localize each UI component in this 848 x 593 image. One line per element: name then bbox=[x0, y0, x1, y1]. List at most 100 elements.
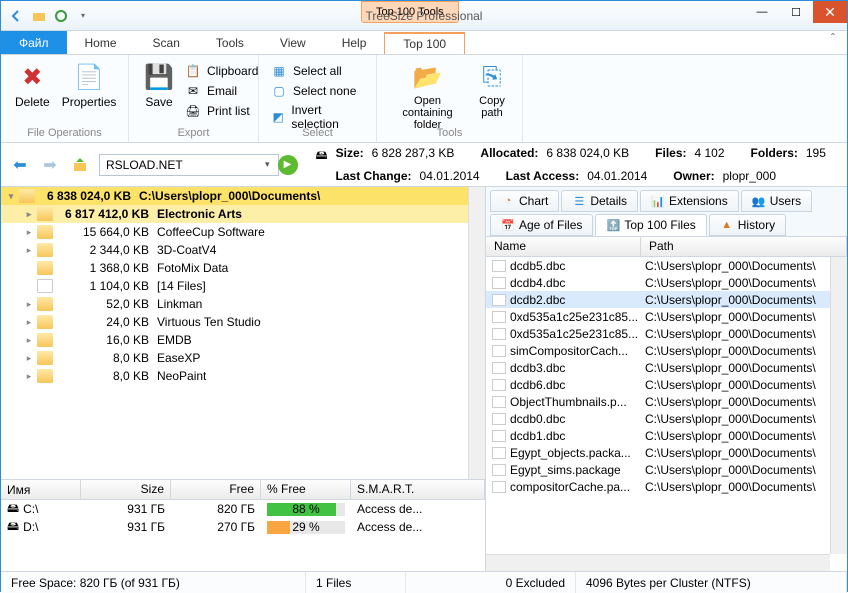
file-row[interactable]: compositorCache.pa...C:\Users\plopr_000\… bbox=[486, 478, 830, 495]
tab-scan[interactable]: Scan bbox=[135, 31, 198, 54]
tree-row[interactable]: 1 104,0 KB[14 Files] bbox=[1, 277, 468, 295]
email-button[interactable]: ✉Email bbox=[181, 81, 262, 101]
status-files: 1 Files bbox=[306, 572, 406, 593]
group-select-label: Select bbox=[259, 125, 376, 141]
title-bar: ▾ Top 100 Tools TreeSize Professional — … bbox=[1, 1, 847, 31]
tree-row[interactable]: ▸24,0 KBVirtuous Ten Studio bbox=[1, 313, 468, 331]
tab-chart[interactable]: ◔Chart bbox=[490, 190, 559, 212]
file-row[interactable]: dcdb4.dbcC:\Users\plopr_000\Documents\ bbox=[486, 274, 830, 291]
fl-hdr-path[interactable]: Path bbox=[641, 237, 847, 256]
qat-refresh-icon[interactable] bbox=[53, 8, 69, 24]
tab-extensions[interactable]: 📊Extensions bbox=[640, 190, 739, 212]
qat-back-icon[interactable] bbox=[9, 8, 25, 24]
expand-icon[interactable]: ▸ bbox=[23, 245, 35, 256]
nav-up-icon[interactable] bbox=[69, 154, 91, 176]
expand-icon[interactable]: ▸ bbox=[23, 227, 35, 238]
file-row[interactable]: dcdb0.dbcC:\Users\plopr_000\Documents\ bbox=[486, 410, 830, 427]
selectall-button[interactable]: ▦Select all bbox=[267, 61, 368, 81]
drv-hdr-size[interactable]: Size bbox=[81, 480, 171, 499]
tab-top100files[interactable]: 🔝Top 100 Files bbox=[595, 214, 706, 236]
ribbon-collapse-icon[interactable]: ˆ bbox=[819, 31, 847, 54]
tab-history[interactable]: ▲History bbox=[709, 214, 786, 236]
file-row[interactable]: dcdb3.dbcC:\Users\plopr_000\Documents\ bbox=[486, 359, 830, 376]
tree-row[interactable]: ▸2 344,0 KB3D-CoatV4 bbox=[1, 241, 468, 259]
expand-icon[interactable]: ▸ bbox=[23, 371, 35, 382]
tree-row[interactable]: ▸8,0 KBNeoPaint bbox=[1, 367, 468, 385]
expand-icon[interactable]: ▸ bbox=[23, 299, 35, 310]
folder-icon bbox=[37, 351, 53, 365]
tree-row[interactable]: ▸15 664,0 KBCoffeeCup Software bbox=[1, 223, 468, 241]
file-row[interactable]: Egypt_sims.packageC:\Users\plopr_000\Doc… bbox=[486, 461, 830, 478]
drv-hdr-pfree[interactable]: % Free bbox=[261, 480, 351, 499]
file-list[interactable]: Name Path dcdb5.dbcC:\Users\plopr_000\Do… bbox=[486, 236, 847, 571]
expand-icon[interactable]: ▸ bbox=[23, 317, 35, 328]
tree-row[interactable]: ▸52,0 KBLinkman bbox=[1, 295, 468, 313]
file-icon bbox=[37, 279, 53, 293]
file-icon bbox=[492, 328, 506, 340]
file-row[interactable]: ObjectThumbnails.p...C:\Users\plopr_000\… bbox=[486, 393, 830, 410]
drv-hdr-name[interactable]: Имя bbox=[1, 480, 81, 499]
selectnone-button[interactable]: ▢Select none bbox=[267, 81, 368, 101]
file-row[interactable]: dcdb5.dbcC:\Users\plopr_000\Documents\ bbox=[486, 257, 830, 274]
expand-icon[interactable]: ▸ bbox=[23, 353, 35, 364]
drv-hdr-free[interactable]: Free bbox=[171, 480, 261, 499]
tab-tools[interactable]: Tools bbox=[198, 31, 262, 54]
qat-folder-icon[interactable] bbox=[31, 8, 47, 24]
tree-row[interactable]: ▾6 838 024,0 KBC:\Users\plopr_000\Docume… bbox=[1, 187, 468, 205]
tree-row[interactable]: ▸6 817 412,0 KBElectronic Arts bbox=[1, 205, 468, 223]
address-dropdown-icon[interactable]: ▾ bbox=[265, 159, 270, 170]
clipboard-button[interactable]: 📋Clipboard bbox=[181, 61, 262, 81]
tab-details[interactable]: ☰Details bbox=[561, 190, 638, 212]
save-icon: 💾 bbox=[143, 61, 175, 93]
minimize-button[interactable]: — bbox=[745, 1, 779, 23]
status-freespace: Free Space: 820 ГБ (of 931 ГБ) bbox=[1, 572, 306, 593]
file-row[interactable]: dcdb1.dbcC:\Users\plopr_000\Documents\ bbox=[486, 427, 830, 444]
delete-button[interactable]: ✖Delete bbox=[9, 59, 56, 111]
drive-row[interactable]: 🖴D:\931 ГБ270 ГБ29 %Access de... bbox=[1, 518, 485, 536]
file-row[interactable]: dcdb2.dbcC:\Users\plopr_000\Documents\ bbox=[486, 291, 830, 308]
drv-hdr-smart[interactable]: S.M.A.R.T. bbox=[351, 480, 485, 499]
expand-icon[interactable]: ▸ bbox=[23, 209, 35, 220]
tab-age[interactable]: 📅Age of Files bbox=[490, 214, 593, 236]
folder-tree[interactable]: ▾6 838 024,0 KBC:\Users\plopr_000\Docume… bbox=[1, 187, 485, 479]
file-row[interactable]: Egypt_objects.packa...C:\Users\plopr_000… bbox=[486, 444, 830, 461]
file-row[interactable]: simCompositorCach...C:\Users\plopr_000\D… bbox=[486, 342, 830, 359]
properties-button[interactable]: 📄Properties bbox=[56, 59, 123, 111]
file-row[interactable]: 0xd535a1c25e231c85...C:\Users\plopr_000\… bbox=[486, 325, 830, 342]
file-row[interactable]: 0xd535a1c25e231c85...C:\Users\plopr_000\… bbox=[486, 308, 830, 325]
copypath-button[interactable]: ⎘Copy path bbox=[470, 59, 514, 133]
tree-scrollbar[interactable] bbox=[468, 187, 485, 479]
qat-dropdown-icon[interactable]: ▾ bbox=[75, 8, 91, 24]
tab-home[interactable]: Home bbox=[67, 31, 135, 54]
nav-forward-icon[interactable]: ➡ bbox=[39, 154, 61, 176]
drive-row[interactable]: 🖴C:\931 ГБ820 ГБ88 %Access de... bbox=[1, 500, 485, 518]
tree-row[interactable]: 1 368,0 KBFotoMix Data bbox=[1, 259, 468, 277]
tab-top100[interactable]: Top 100 bbox=[384, 32, 465, 54]
status-cluster: 4096 Bytes per Cluster (NTFS) bbox=[576, 572, 847, 593]
openfolder-button[interactable]: 📂Open containing folder bbox=[385, 59, 470, 133]
nav-back-icon[interactable]: ⬅ bbox=[9, 154, 31, 176]
maximize-button[interactable]: ☐ bbox=[779, 1, 813, 23]
tree-row[interactable]: ▸8,0 KBEaseXP bbox=[1, 349, 468, 367]
file-icon bbox=[492, 277, 506, 289]
address-input[interactable] bbox=[99, 154, 279, 176]
file-row[interactable]: dcdb6.dbcC:\Users\plopr_000\Documents\ bbox=[486, 376, 830, 393]
status-excluded: 0 Excluded bbox=[406, 572, 576, 593]
fl-hdr-name[interactable]: Name bbox=[486, 237, 641, 256]
tab-file[interactable]: Файл bbox=[1, 31, 67, 54]
save-button[interactable]: 💾Save bbox=[137, 59, 181, 121]
tab-help[interactable]: Help bbox=[324, 31, 385, 54]
printlist-button[interactable]: 🖨Print list bbox=[181, 101, 262, 121]
expand-icon[interactable]: ▸ bbox=[23, 335, 35, 346]
filelist-hscrollbar[interactable] bbox=[486, 554, 830, 571]
expand-icon[interactable]: ▾ bbox=[5, 191, 17, 202]
close-button[interactable]: ✕ bbox=[813, 1, 847, 23]
tree-row[interactable]: ▸16,0 KBEMDB bbox=[1, 331, 468, 349]
panel-tabs: ◔Chart ☰Details 📊Extensions 👥Users 📅Age … bbox=[486, 187, 847, 236]
group-fileops-label: File Operations bbox=[1, 125, 128, 141]
go-button[interactable]: ▶ bbox=[278, 155, 298, 175]
tab-users[interactable]: 👥Users bbox=[741, 190, 812, 212]
filelist-vscrollbar[interactable] bbox=[830, 257, 847, 554]
drives-panel: Имя Size Free % Free S.M.A.R.T. 🖴C:\931 … bbox=[1, 479, 485, 571]
tab-view[interactable]: View bbox=[262, 31, 324, 54]
